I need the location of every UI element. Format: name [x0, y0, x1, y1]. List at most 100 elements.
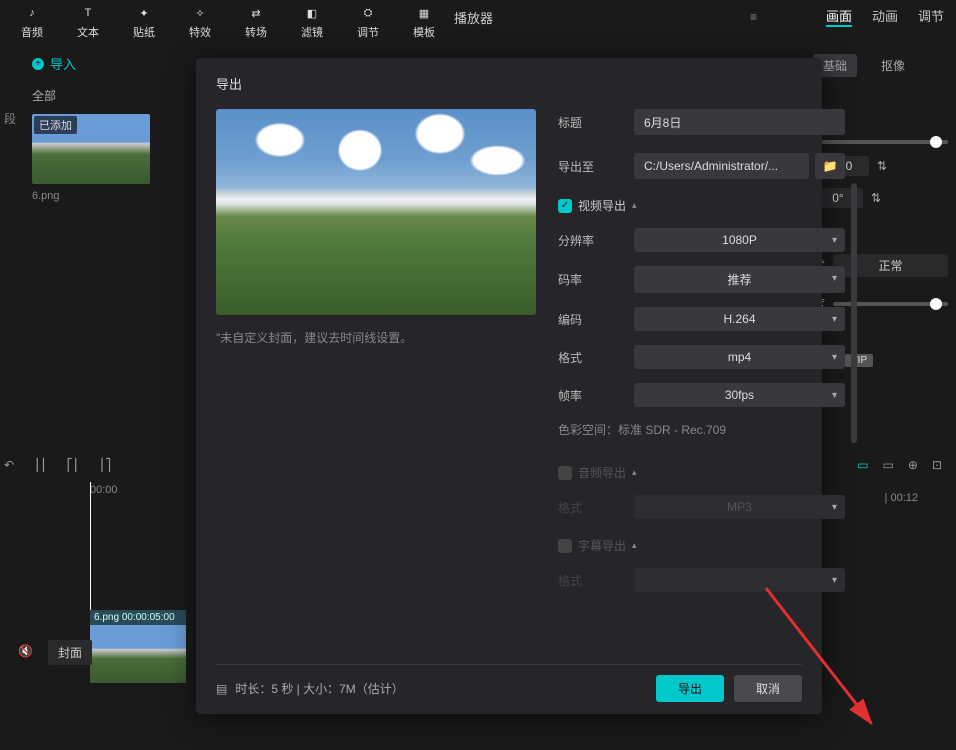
format-label: 格式: [558, 349, 622, 366]
chevron-down-icon: ▾: [832, 314, 837, 325]
tab-anim[interactable]: 动画: [872, 6, 898, 27]
path-label: 导出至: [558, 158, 622, 175]
video-export-section[interactable]: ✓ 视频导出 ▴: [558, 197, 845, 214]
tool-transition[interactable]: ⇄转场: [228, 0, 284, 44]
audio-export-section[interactable]: 音频导出 ▴: [558, 464, 845, 481]
export-dialog: 导出 "未自定义封面，建议去时间线设置。 标题 导出至 📁 ✓: [196, 58, 822, 714]
player-menu-icon[interactable]: ≡: [750, 10, 757, 24]
chevron-down-icon: ▾: [832, 575, 837, 586]
adjust-icon: ⛭: [359, 4, 377, 22]
text-icon: T: [79, 4, 97, 22]
subtitle-format-select: ▾: [634, 568, 845, 592]
audio-format-select: MP3▾: [634, 495, 845, 519]
dialog-title: 导出: [216, 74, 802, 93]
tool-effect[interactable]: ✧特效: [172, 0, 228, 44]
thumb-image: 已添加: [32, 114, 150, 184]
codec-select[interactable]: H.264▾: [634, 307, 845, 331]
playhead-time: 00:00: [90, 484, 118, 496]
browse-button[interactable]: 📁: [815, 153, 845, 179]
video-checkbox[interactable]: ✓: [558, 199, 572, 213]
undo-icon[interactable]: ↶: [4, 458, 14, 472]
tool-audio[interactable]: ♪音频: [4, 0, 60, 44]
media-thumb[interactable]: 已添加 6.png: [32, 114, 150, 202]
trim-left-icon[interactable]: ⎡⎮: [67, 458, 79, 472]
tool-sticker[interactable]: ✦贴纸: [116, 0, 172, 44]
added-badge: 已添加: [34, 116, 77, 134]
footer-info-text: 时长：5 秒 | 大小：7M（估计）: [235, 680, 403, 697]
subtitle-export-section[interactable]: 字幕导出 ▴: [558, 537, 845, 554]
magnet-icon[interactable]: ▭: [883, 458, 894, 472]
chevron-down-icon: ▾: [832, 273, 837, 284]
split-icon[interactable]: ⎮⎮: [34, 458, 47, 472]
timeline-clip[interactable]: 6.png 00:00:05:00: [90, 610, 186, 683]
chevron-down-icon: ▾: [832, 352, 837, 363]
bitrate-label: 码率: [558, 271, 622, 288]
colorspace-note: 色彩空间：标准 SDR - Rec.709: [558, 421, 845, 438]
thumb-filename: 6.png: [32, 190, 150, 202]
export-preview: [216, 109, 536, 315]
tab-cutout[interactable]: 抠像: [871, 54, 915, 77]
cover-button[interactable]: 封面: [48, 640, 92, 665]
template-icon: ▦: [415, 4, 433, 22]
import-button[interactable]: + 导入: [32, 54, 192, 73]
subtitle-format-label: 格式: [558, 572, 622, 589]
media-panel: + 导入 全部 已添加 6.png: [32, 54, 192, 202]
folder-icon: 📁: [823, 159, 838, 173]
sticker-icon: ✦: [135, 4, 153, 22]
tool-text[interactable]: T文本: [60, 0, 116, 44]
chevron-down-icon: ▾: [832, 390, 837, 401]
vip-badge: VIP: [845, 354, 873, 367]
export-form: 标题 导出至 📁 ✓ 视频导出 ▴ 分辨率 1080P▾: [558, 109, 845, 606]
clip-header: 6.png 00:00:05:00: [90, 610, 186, 625]
timeline-tools: ↶ ⎮⎮ ⎡⎮ ⎮⎤: [4, 458, 111, 472]
snap-icon[interactable]: ▭: [857, 458, 868, 472]
inspector-tabs: 画面 动画 调节: [826, 6, 944, 27]
align-icon[interactable]: ⊕: [908, 458, 918, 472]
resolution-select[interactable]: 1080P▾: [634, 228, 845, 252]
cancel-button[interactable]: 取消: [734, 675, 802, 702]
category-all[interactable]: 全部: [32, 87, 192, 104]
scrollbar[interactable]: [851, 183, 857, 443]
link-icon-2[interactable]: ⇅: [871, 191, 881, 205]
effect-icon: ✧: [191, 4, 209, 22]
left-icon-column: 段: [4, 110, 16, 127]
fps-select[interactable]: 30fps▾: [634, 383, 845, 407]
clip-thumbnail: [90, 625, 186, 683]
format-select[interactable]: mp4▾: [634, 345, 845, 369]
title-input[interactable]: [634, 109, 845, 135]
audio-icon: ♪: [23, 4, 41, 22]
chevron-up-icon: ▴: [632, 540, 637, 551]
link-icon[interactable]: ⇅: [877, 159, 887, 173]
chevron-up-icon: ▴: [632, 200, 637, 211]
transition-icon: ⇄: [247, 4, 265, 22]
title-label: 标题: [558, 114, 622, 131]
tool-filter[interactable]: ◧滤镜: [284, 0, 340, 44]
tab-adjust[interactable]: 调节: [918, 6, 944, 27]
film-icon: ▤: [216, 682, 227, 696]
mute-icon[interactable]: 🔇: [18, 644, 33, 658]
export-button[interactable]: 导出: [656, 675, 724, 702]
filter-icon: ◧: [303, 4, 321, 22]
timeline-end-marker: | 00:12: [885, 492, 918, 504]
player-panel-label: 播放器: [454, 8, 493, 27]
plus-icon: +: [32, 58, 44, 70]
codec-label: 编码: [558, 311, 622, 328]
resolution-label: 分辨率: [558, 232, 622, 249]
audio-checkbox[interactable]: [558, 466, 572, 480]
tab-canvas[interactable]: 画面: [826, 6, 852, 27]
more-icon[interactable]: ⊡: [932, 458, 942, 472]
fps-label: 帧率: [558, 387, 622, 404]
trim-right-icon[interactable]: ⎮⎤: [99, 458, 111, 472]
path-input[interactable]: [634, 153, 809, 179]
chevron-down-icon: ▾: [832, 235, 837, 246]
bitrate-select[interactable]: 推荐▾: [634, 266, 845, 293]
preview-caption: "未自定义封面，建议去时间线设置。: [216, 329, 536, 346]
tool-template[interactable]: ▦模板: [396, 0, 452, 44]
chevron-down-icon: ▾: [832, 502, 837, 513]
audio-format-label: 格式: [558, 499, 622, 516]
import-label: 导入: [50, 54, 76, 73]
tool-adjust[interactable]: ⛭调节: [340, 0, 396, 44]
subtitle-checkbox[interactable]: [558, 539, 572, 553]
segment-icon[interactable]: 段: [4, 110, 16, 127]
dialog-footer: ▤ 时长：5 秒 | 大小：7M（估计） 导出 取消: [216, 664, 802, 702]
